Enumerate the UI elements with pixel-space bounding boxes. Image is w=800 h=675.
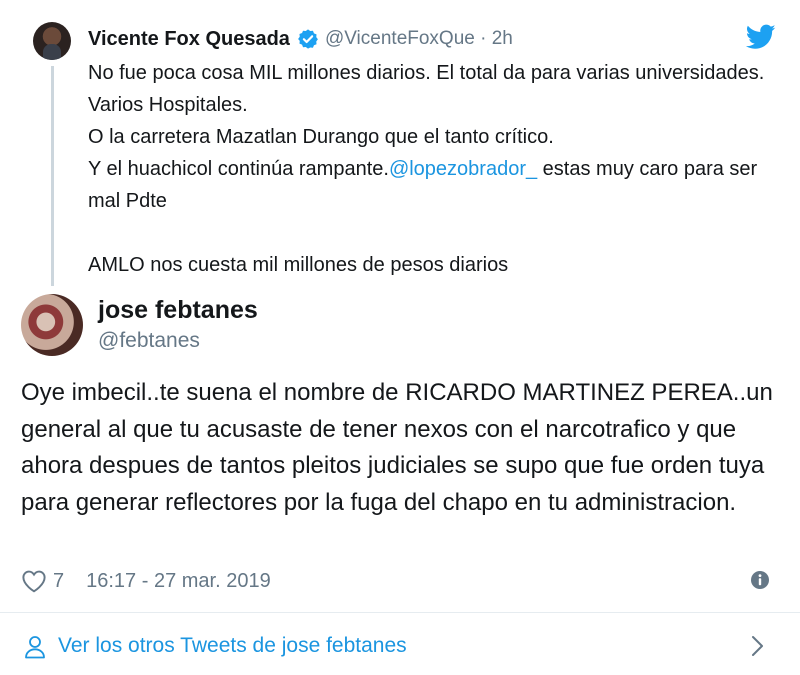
tweet-timestamp[interactable]: 16:17 - 27 mar. 2019 bbox=[86, 570, 271, 593]
thread-line bbox=[51, 66, 54, 286]
tweet-meta-row: 7 16:17 - 27 mar. 2019 bbox=[21, 566, 781, 596]
reply-author-handle[interactable]: @febtanes bbox=[98, 329, 200, 353]
parent-tweet: Vicente Fox Quesada @VicenteFoxQue · 2h … bbox=[0, 0, 800, 290]
chevron-right-icon[interactable] bbox=[750, 635, 766, 657]
person-icon bbox=[25, 636, 45, 659]
reply-tweet-text: Oye imbecil..te suena el nombre de RICAR… bbox=[21, 379, 773, 516]
more-tweets-label[interactable]: Ver los otros Tweets de jose febtanes bbox=[58, 634, 407, 658]
twitter-bird-icon[interactable] bbox=[746, 24, 776, 50]
more-tweets-link[interactable]: Ver los otros Tweets de jose febtanes bbox=[0, 613, 800, 675]
info-icon[interactable] bbox=[750, 570, 770, 590]
reply-avatar[interactable] bbox=[21, 294, 83, 356]
heart-icon[interactable] bbox=[21, 569, 47, 593]
reply-author-name[interactable]: jose febtanes bbox=[98, 296, 258, 325]
parent-author-name[interactable]: Vicente Fox Quesada bbox=[88, 28, 290, 51]
parent-avatar[interactable] bbox=[33, 22, 71, 60]
mention-link[interactable]: @lopezobrador_ bbox=[389, 158, 537, 180]
parent-tweet-text: No fue poca cosa MIL millones diarios. E… bbox=[88, 57, 788, 281]
verified-badge-icon bbox=[298, 29, 318, 49]
parent-handle-and-time[interactable]: @VicenteFoxQue · 2h bbox=[325, 28, 513, 50]
like-count[interactable]: 7 bbox=[53, 570, 64, 593]
parent-tweet-header: Vicente Fox Quesada @VicenteFoxQue · 2h bbox=[88, 26, 513, 52]
